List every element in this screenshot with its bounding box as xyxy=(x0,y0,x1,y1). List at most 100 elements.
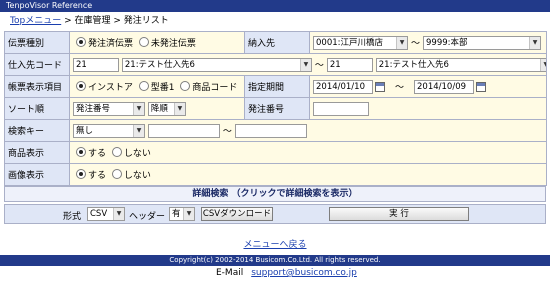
email-link[interactable]: support@busicom.co.jp xyxy=(251,268,357,278)
chevron-down-icon: ▼ xyxy=(539,58,546,71)
header-select[interactable]: 有 ▼ xyxy=(169,207,195,221)
back-to-menu: メニューへ戻る xyxy=(0,237,550,250)
display-option-product-code: 商品コード xyxy=(192,83,238,93)
nonyu-to-value: 9999:本部 xyxy=(426,37,468,48)
header-label: ヘッダー xyxy=(129,212,166,222)
contact-email: E-Mail support@busicom.co.jp xyxy=(216,268,357,279)
breadcrumb-section: 在庫管理 xyxy=(74,16,111,26)
nonyu-from-value: 0001:江戸川橋店 xyxy=(316,37,383,48)
breadcrumb-page: 発注リスト xyxy=(123,16,169,26)
breadcrumb-separator: > xyxy=(61,16,75,26)
app-title-bar: TenpoVisor Reference xyxy=(0,0,550,12)
search-form: 伝票種別 発注済伝票 未発注伝票 納入先 0001:江戸川橋店 ▼ 〜 9999:本部… xyxy=(4,31,547,186)
chevron-down-icon: ▼ xyxy=(529,36,541,49)
denpyo-radio-unordered[interactable] xyxy=(138,37,149,47)
product-option-hide: しない xyxy=(123,149,151,159)
display-options: インストア 型番1 商品コード xyxy=(69,75,245,98)
format-select[interactable]: CSV ▼ xyxy=(87,207,125,221)
format-value: CSV xyxy=(90,209,108,219)
format-label: 形式 xyxy=(63,212,82,222)
nonyu-label: 納入先 xyxy=(244,31,310,54)
tilde: 〜 xyxy=(222,127,232,137)
search-from-input[interactable] xyxy=(147,123,220,138)
image-radio-hide[interactable] xyxy=(111,169,122,179)
display-option-instore: インストア xyxy=(88,83,133,93)
row-display: 帳票表示項目 インストア 型番1 商品コード 指定期間 2014/01/10 〜 2… xyxy=(4,75,547,98)
product-radio-show[interactable] xyxy=(76,147,86,157)
calendar-icon[interactable] xyxy=(375,81,385,92)
calendar-icon[interactable] xyxy=(476,81,487,92)
image-option-hide: しない xyxy=(123,171,151,181)
shiire-from-value: 21:テスト仕入先6 xyxy=(124,59,195,70)
app-title: TenpoVisor Reference xyxy=(6,1,93,10)
tilde: 〜 xyxy=(314,61,324,71)
display-radio-instore[interactable] xyxy=(76,81,86,91)
csv-download-button[interactable]: CSVダウンロード xyxy=(201,207,273,221)
denpyo-options: 発注済伝票 未発注伝票 xyxy=(69,31,245,54)
tilde: 〜 xyxy=(411,39,421,49)
order-no-input[interactable] xyxy=(313,101,369,116)
nonyu-from-select[interactable]: 0001:江戸川橋店 ▼ xyxy=(313,35,408,50)
search-to-input[interactable] xyxy=(234,123,307,138)
back-to-menu-link[interactable]: メニューへ戻る xyxy=(243,240,306,250)
row-search: 検索キー 無し ▼ 〜 xyxy=(4,119,547,142)
period-from-input[interactable]: 2014/01/10 xyxy=(313,79,373,94)
period-range: 2014/01/10 〜 2014/10/09 xyxy=(309,75,547,98)
breadcrumb-top-link[interactable]: Topメニュー xyxy=(10,16,61,26)
copyright-bar: Copyright(c) 2002-2014 Busicom.Co.Ltd. A… xyxy=(0,255,550,266)
product-option-show: する xyxy=(88,149,107,159)
display-radio-product-code[interactable] xyxy=(180,81,191,91)
denpyo-option-ordered: 発注済伝票 xyxy=(88,39,134,49)
nonyu-to-select[interactable]: 9999:本部 ▼ xyxy=(423,35,542,50)
tilde: 〜 xyxy=(395,83,405,93)
display-label: 帳票表示項目 xyxy=(4,75,70,98)
detail-search-toggle[interactable]: 詳細検索 （クリックで詳細検索を表示） xyxy=(4,186,546,202)
shiire-range: 21 21:テスト仕入先6▼〜21 21:テスト仕入先6▼ xyxy=(69,53,547,76)
run-button[interactable]: 実 行 xyxy=(329,207,469,221)
shiire-to-code-input[interactable]: 21 xyxy=(326,57,373,72)
shiire-label: 仕入先コード xyxy=(4,53,70,76)
sort-controls: 発注番号 ▼ 降順 ▼ xyxy=(69,97,245,120)
product-label: 商品表示 xyxy=(4,141,70,164)
chevron-down-icon: ▼ xyxy=(396,36,407,49)
display-radio-model[interactable] xyxy=(138,81,149,91)
header-value: 有 xyxy=(172,209,181,219)
shiire-to-select[interactable]: 21:テスト仕入先6 ▼ xyxy=(375,57,546,72)
chevron-down-icon: ▼ xyxy=(133,124,144,137)
order-no-cell xyxy=(309,97,547,120)
image-radio-show[interactable] xyxy=(76,169,86,179)
denpyo-option-unordered: 未発注伝票 xyxy=(150,39,196,49)
denpyo-radio-ordered[interactable] xyxy=(76,37,86,47)
shiire-from-code-input[interactable]: 21 xyxy=(73,57,119,72)
sort-order-value: 降順 xyxy=(150,103,168,114)
search-key-select[interactable]: 無し ▼ xyxy=(73,123,145,138)
chevron-down-icon: ▼ xyxy=(113,208,124,220)
product-radio-hide[interactable] xyxy=(111,147,122,157)
export-bar: 形式 CSV ▼ ヘッダー 有 ▼ CSVダウンロード 実 行 xyxy=(4,204,546,224)
row-shiire: 仕入先コード 21 21:テスト仕入先6▼〜21 21:テスト仕入先6▼ xyxy=(4,53,547,76)
chevron-down-icon: ▼ xyxy=(299,58,311,71)
product-options: する しない xyxy=(69,141,547,164)
search-label: 検索キー xyxy=(4,119,70,142)
shiire-to-value: 21:テスト仕入先6 xyxy=(378,59,449,70)
row-denpyo: 伝票種別 発注済伝票 未発注伝票 納入先 0001:江戸川橋店 ▼ 〜 9999:本部… xyxy=(4,31,547,54)
search-key-value: 無し xyxy=(76,125,94,136)
chevron-down-icon: ▼ xyxy=(173,102,185,115)
sort-key-select[interactable]: 発注番号 ▼ xyxy=(73,101,145,116)
sort-order-select[interactable]: 降順 ▼ xyxy=(147,101,186,116)
order-no-label: 発注番号 xyxy=(244,97,310,120)
sort-key-value: 発注番号 xyxy=(76,103,111,114)
display-option-model: 型番1 xyxy=(150,83,175,93)
row-product: 商品表示 する しない xyxy=(4,141,547,164)
period-to-input[interactable]: 2014/10/09 xyxy=(414,79,475,94)
row-sort: ソート順 発注番号 ▼ 降順 ▼ 発注番号 xyxy=(4,97,547,120)
shiire-from-select[interactable]: 21:テスト仕入先6 ▼ xyxy=(121,57,312,72)
chevron-down-icon: ▼ xyxy=(133,102,144,115)
image-label: 画像表示 xyxy=(4,163,70,186)
sort-label: ソート順 xyxy=(4,97,70,120)
email-label: E-Mail xyxy=(216,268,244,278)
image-options: する しない xyxy=(69,163,547,186)
search-controls: 無し ▼ 〜 xyxy=(69,119,547,142)
period-label: 指定期間 xyxy=(244,75,310,98)
nonyu-range: 0001:江戸川橋店 ▼ 〜 9999:本部 ▼ xyxy=(309,31,547,54)
